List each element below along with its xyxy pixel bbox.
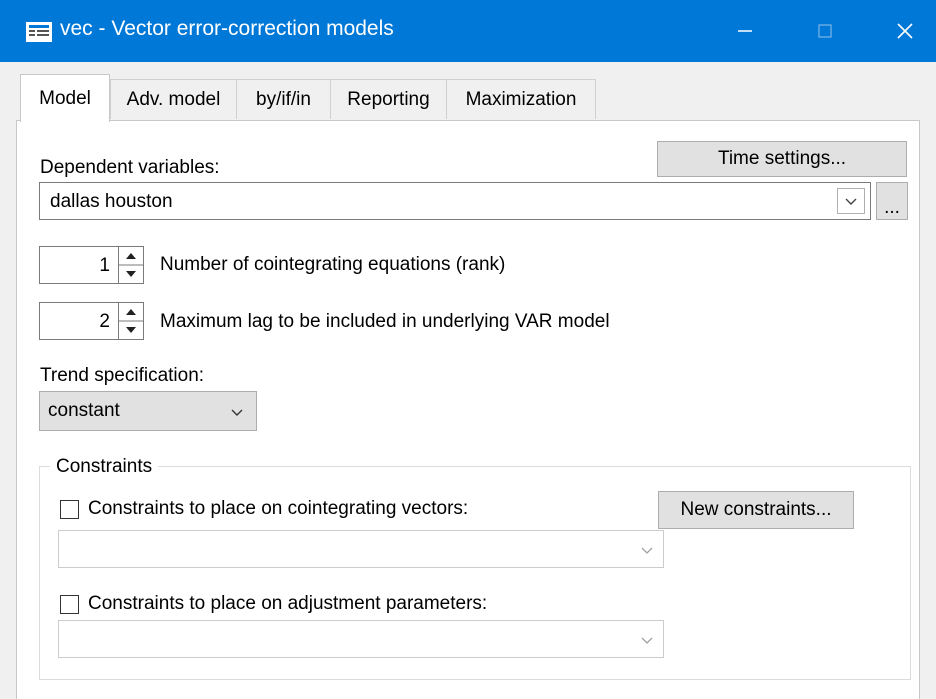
- tab-adv-model[interactable]: Adv. model: [110, 79, 237, 119]
- spin-down-icon[interactable]: [126, 327, 136, 333]
- spin-up-icon[interactable]: [126, 309, 136, 315]
- tab-label: Maximization: [465, 88, 577, 110]
- lag-label: Maximum lag to be included in underlying…: [160, 311, 610, 332]
- lag-spinner-buttons[interactable]: [118, 302, 144, 340]
- new-constraints-button-label: New constraints...: [680, 499, 832, 520]
- tab-model[interactable]: Model: [20, 74, 110, 122]
- cointegrating-constraints-label: Constraints to place on cointegrating ve…: [88, 498, 469, 519]
- spin-up-icon[interactable]: [126, 253, 136, 259]
- browse-button-label: ...: [884, 197, 900, 218]
- cointegrating-constraints-select[interactable]: [58, 530, 664, 568]
- browse-variables-button[interactable]: ...: [876, 182, 908, 220]
- tab-reporting[interactable]: Reporting: [330, 79, 447, 119]
- tab-label: Model: [39, 87, 91, 109]
- adjustment-constraints-select[interactable]: [58, 620, 664, 658]
- close-button[interactable]: [874, 0, 936, 62]
- chevron-down-icon: [845, 198, 857, 205]
- adjustment-constraints-checkbox[interactable]: [60, 595, 79, 614]
- spin-down-icon[interactable]: [126, 271, 136, 277]
- chevron-down-icon: [641, 637, 653, 644]
- adjustment-constraints-label: Constraints to place on adjustment param…: [88, 593, 488, 614]
- tab-label: Adv. model: [126, 88, 221, 110]
- trend-specification-select[interactable]: constant: [39, 391, 257, 431]
- cointegrating-constraints-checkbox[interactable]: [60, 500, 79, 519]
- dependent-variables-dropdown-button[interactable]: [837, 188, 865, 214]
- tab-maximization[interactable]: Maximization: [446, 79, 596, 119]
- chevron-down-icon: [641, 547, 653, 554]
- maximize-icon: [818, 24, 832, 38]
- lag-spinner-input[interactable]: 2: [39, 302, 119, 340]
- dependent-variables-label: Dependent variables:: [40, 157, 220, 178]
- constraints-group-label: Constraints: [50, 456, 159, 478]
- lag-value: 2: [99, 311, 110, 332]
- close-icon: [897, 23, 913, 39]
- dependent-variables-combobox[interactable]: dallas houston: [39, 182, 871, 220]
- rank-spinner-buttons[interactable]: [118, 246, 144, 284]
- rank-value: 1: [99, 255, 110, 276]
- minimize-icon: [738, 30, 752, 32]
- rank-label: Number of cointegrating equations (rank): [160, 254, 506, 275]
- new-constraints-button[interactable]: New constraints...: [658, 491, 854, 529]
- tab-by-if-in[interactable]: by/if/in: [236, 79, 331, 119]
- tab-label: by/if/in: [256, 88, 311, 110]
- window-title: vec - Vector error-correction models: [60, 17, 394, 40]
- app-icon: [26, 22, 52, 42]
- dependent-variables-value: dallas houston: [50, 191, 173, 212]
- rank-spinner-input[interactable]: 1: [39, 246, 119, 284]
- time-settings-button-label: Time settings...: [717, 148, 847, 169]
- tab-label: Reporting: [347, 88, 430, 110]
- trend-specification-label: Trend specification:: [40, 365, 205, 386]
- chevron-down-icon: [231, 409, 243, 416]
- title-bar[interactable]: vec - Vector error-correction models: [0, 0, 936, 62]
- trend-specification-value: constant: [48, 400, 120, 421]
- minimize-button[interactable]: [714, 0, 776, 62]
- maximize-button[interactable]: [794, 0, 856, 62]
- time-settings-button[interactable]: Time settings...: [657, 141, 907, 177]
